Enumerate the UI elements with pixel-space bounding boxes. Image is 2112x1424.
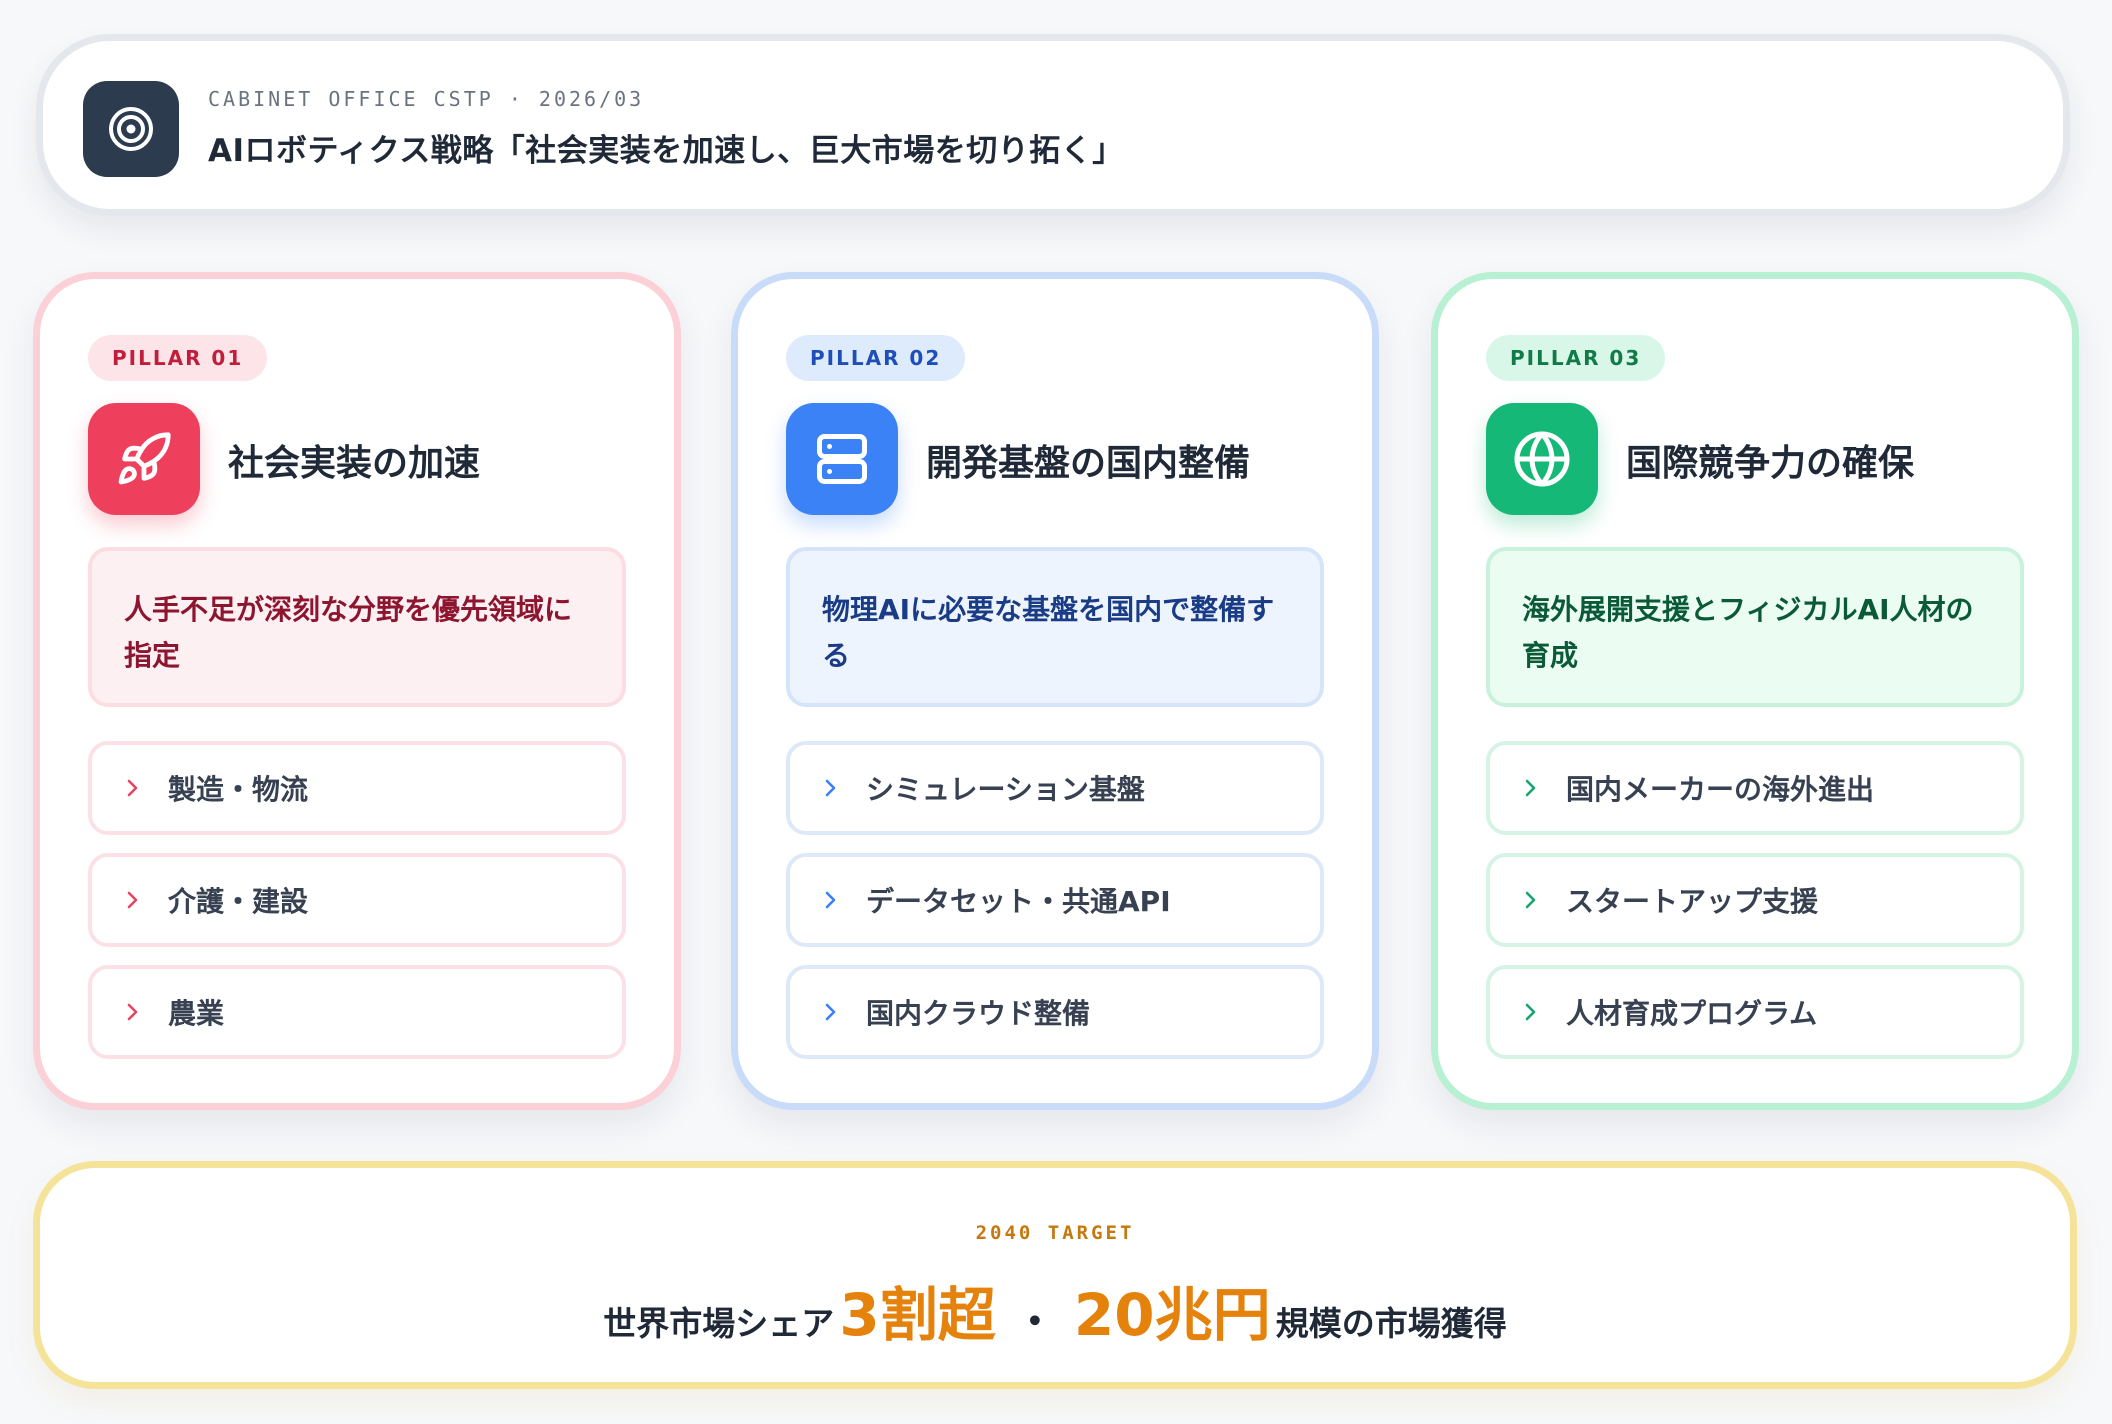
chevron-right-icon (825, 891, 836, 909)
header-meta: CABINET OFFICE CSTP · 2026/03 (208, 87, 645, 111)
list-item-label: データセット・共通API (866, 885, 1171, 918)
target-separator: ・ (1014, 1299, 1055, 1345)
list-item: スタートアップ支援 (1486, 853, 2024, 947)
list-item-label: 人材育成プログラム (1566, 997, 1818, 1030)
chevron-right-icon (1525, 1003, 1536, 1021)
list-item: データセット・共通API (786, 853, 1324, 947)
list-item-label: 国内クラウド整備 (866, 997, 1091, 1030)
pillar-card-03: PILLAR 03 国際競争力の確保 海外展開支援とフィジカルAI人材の育成 国… (1431, 272, 2079, 1110)
pillar-tag: PILLAR 02 (786, 335, 966, 381)
chevron-right-icon (127, 1003, 138, 1021)
list-item-label: 介護・建設 (168, 885, 309, 918)
server-icon (786, 403, 898, 515)
pillar-callout: 海外展開支援とフィジカルAI人材の育成 (1486, 547, 2024, 707)
list-item-label: シミュレーション基盤 (866, 773, 1145, 806)
list-item: シミュレーション基盤 (786, 741, 1324, 835)
pillar-card-01: PILLAR 01 社会実装の加速 人手不足が深刻な分野を優先領域に指定 製造・… (33, 272, 681, 1110)
list-item-label: 国内メーカーの海外進出 (1566, 773, 1875, 806)
chevron-right-icon (127, 891, 138, 909)
list-item: 国内メーカーの海外進出 (1486, 741, 2024, 835)
list-item-label: スタートアップ支援 (1566, 885, 1819, 918)
chevron-right-icon (825, 1003, 836, 1021)
chevron-right-icon (1525, 891, 1536, 909)
list-item: 製造・物流 (88, 741, 626, 835)
list-item: 人材育成プログラム (1486, 965, 2024, 1059)
target-icon (83, 81, 179, 177)
pillar-title: 開発基盤の国内整備 (926, 443, 1251, 484)
chevron-right-icon (127, 779, 138, 797)
rocket-icon (88, 403, 200, 515)
pillar-tag: PILLAR 01 (88, 335, 268, 381)
pillar-title: 国際競争力の確保 (1626, 443, 1915, 484)
target-statement: 世界市場シェア 3割超 ・ 20兆円 規模の市場獲得 (40, 1268, 2070, 1352)
chevron-right-icon (825, 779, 836, 797)
list-item: 国内クラウド整備 (786, 965, 1324, 1059)
chevron-right-icon (1525, 779, 1536, 797)
list-item-label: 製造・物流 (168, 773, 309, 806)
pillar-callout: 人手不足が深刻な分野を優先領域に指定 (88, 547, 626, 707)
target-label: 2040 TARGET (975, 1222, 1135, 1244)
list-item: 農業 (88, 965, 626, 1059)
globe-icon (1486, 403, 1598, 515)
pillar-callout: 物理AIに必要な基盤を国内で整備する (786, 547, 1324, 707)
header-card: CABINET OFFICE CSTP · 2026/03 AIロボティクス戦略… (36, 34, 2070, 216)
target-card: 2040 TARGET 世界市場シェア 3割超 ・ 20兆円 規模の市場獲得 (33, 1161, 2077, 1389)
target-value-market: 20兆円 (1073, 1281, 1271, 1349)
list-item: 介護・建設 (88, 853, 626, 947)
target-value-share: 3割超 (839, 1281, 996, 1349)
page-title: AIロボティクス戦略「社会実装を加速し、巨大市場を切り拓く」 (208, 133, 1124, 169)
pillar-title: 社会実装の加速 (228, 443, 481, 484)
list-item-label: 農業 (168, 997, 225, 1030)
target-suffix: 規模の市場獲得 (1275, 1304, 1507, 1343)
pillar-card-02: PILLAR 02 開発基盤の国内整備 物理AIに必要な基盤を国内で整備する シ… (731, 272, 1379, 1110)
pillar-tag: PILLAR 03 (1486, 335, 1666, 381)
target-prefix: 世界市場シェア (603, 1304, 835, 1343)
